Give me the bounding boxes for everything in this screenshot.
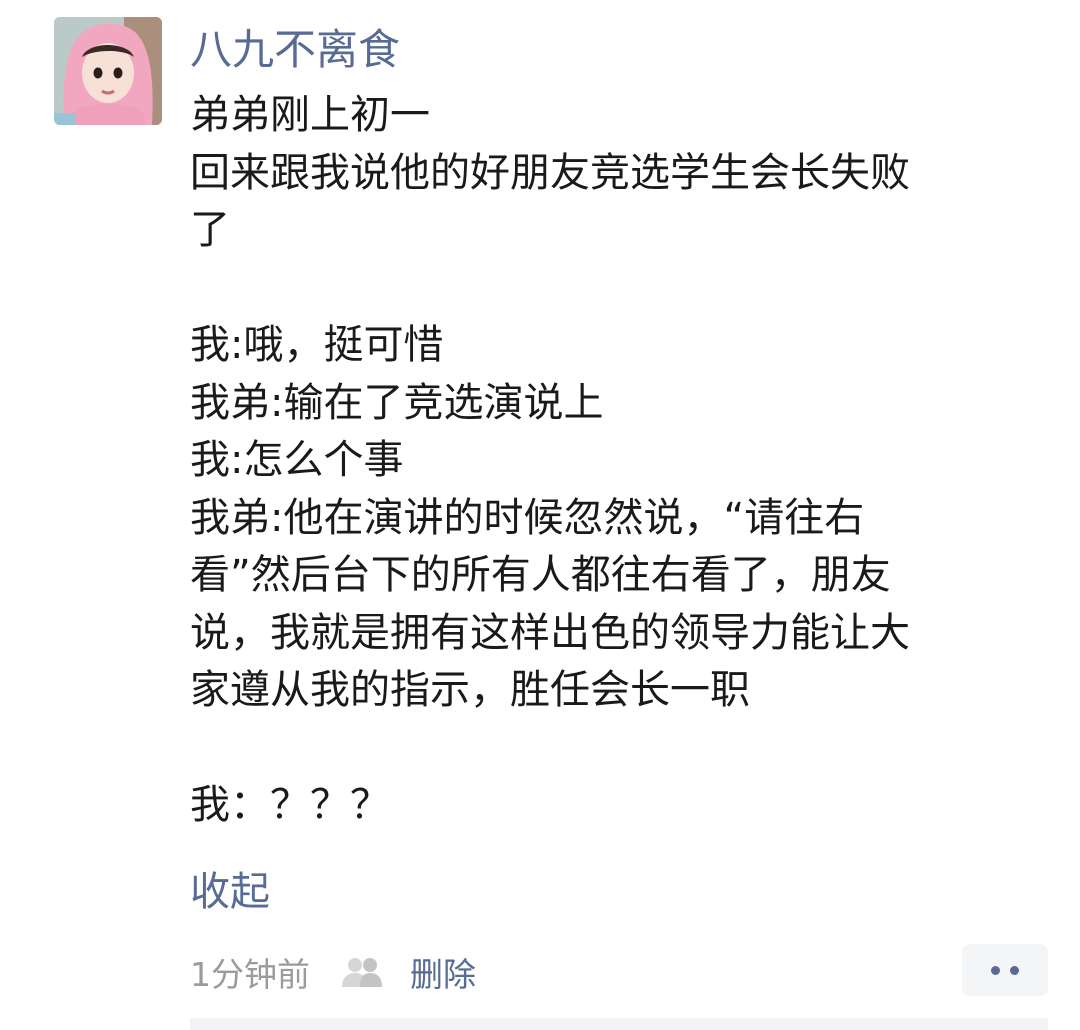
post-footer: 1分钟前 删除 xyxy=(190,942,476,1002)
post-line: 我:怎么个事 xyxy=(190,437,404,483)
post-timestamp: 1分钟前 xyxy=(190,955,310,994)
post-line: 我弟:输在了竞选演说上 xyxy=(190,379,604,426)
more-dots-icon xyxy=(991,965,1000,975)
post-content: 弟弟刚上初一 回来跟我说他的好朋友竞选学生会长失败 了 我:哦，挺可惜 我弟:输… xyxy=(190,87,1030,835)
more-dots-icon xyxy=(1010,965,1019,975)
post-author-name[interactable]: 八九不离食 xyxy=(190,22,400,78)
post-line-blank xyxy=(190,720,1030,778)
post-line: 说，我就是拥有这样出色的领导力能让大 xyxy=(190,609,910,656)
post-line: 回来跟我说他的好朋友竞选学生会长失败 xyxy=(190,149,910,196)
post-line: 弟弟刚上初一 xyxy=(190,92,430,138)
collapse-link[interactable]: 收起 xyxy=(190,862,270,922)
post-line: 了 xyxy=(190,207,230,253)
post-line: 家遵从我的指示，胜任会长一职 xyxy=(190,667,750,713)
avatar-image xyxy=(54,17,162,125)
delete-button[interactable]: 删除 xyxy=(410,948,476,996)
more-options-button[interactable] xyxy=(962,944,1048,996)
post-line: 我:哦，挺可惜 xyxy=(190,322,444,368)
post-line: 我：？？？ xyxy=(190,782,390,828)
friends-icon[interactable] xyxy=(340,955,384,989)
post-line: 看”然后台下的所有人都往右看了，朋友 xyxy=(190,552,891,598)
comment-area xyxy=(190,1018,1048,1030)
post-line-blank xyxy=(190,260,1030,318)
post-line: 我弟:他在演讲的时候忽然说，“请往右 xyxy=(190,494,865,541)
avatar[interactable] xyxy=(54,17,162,125)
